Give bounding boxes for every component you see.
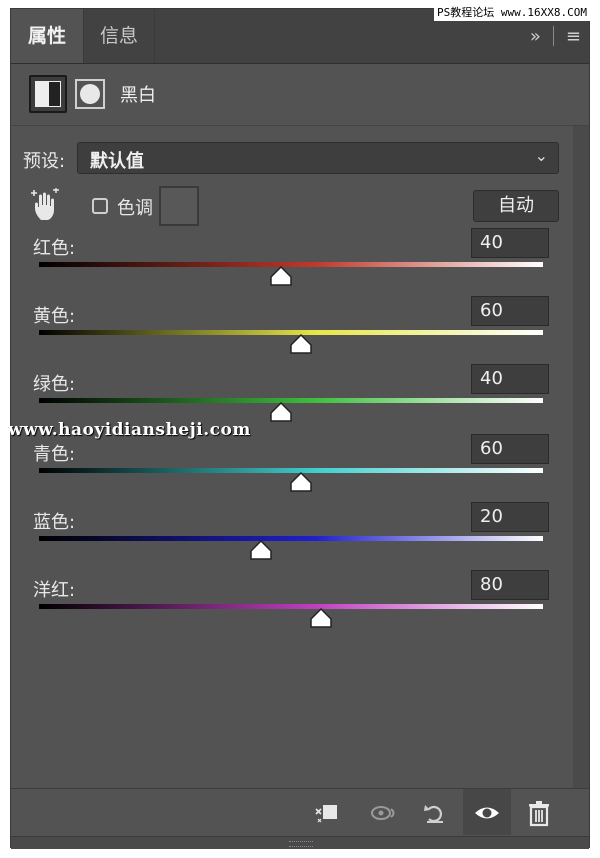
- slider-label: 蓝色:: [33, 512, 76, 533]
- mask-circle: [80, 84, 100, 104]
- layer-icon-dark: [48, 81, 61, 107]
- preset-dropdown[interactable]: 默认值 ⌄: [77, 142, 559, 174]
- slider-thumb[interactable]: [310, 608, 332, 628]
- tool-row: 色调 自动: [11, 186, 573, 230]
- preset-label: 预设:: [23, 151, 66, 172]
- tint-checkbox[interactable]: [92, 198, 108, 214]
- reset-icon[interactable]: [421, 799, 449, 827]
- slider-label: 绿色:: [33, 374, 76, 395]
- tab-info[interactable]: 信息: [83, 9, 155, 63]
- adjustment-layer-icon[interactable]: [29, 75, 67, 113]
- slider-thumb[interactable]: [270, 402, 292, 422]
- slider-thumb[interactable]: [250, 540, 272, 560]
- slider-row: 黄色: 60: [11, 296, 573, 366]
- visibility-eye-icon: [475, 807, 499, 819]
- resize-grip[interactable]: [11, 836, 589, 849]
- tab-properties[interactable]: 属性: [11, 9, 83, 63]
- slider-label: 红色:: [33, 238, 76, 259]
- slider-thumb[interactable]: [290, 472, 312, 492]
- slider-value-input[interactable]: 60: [471, 434, 549, 464]
- slider-value-input[interactable]: 60: [471, 296, 549, 326]
- trash-icon[interactable]: [525, 799, 553, 827]
- view-previous-state-icon[interactable]: [369, 799, 397, 827]
- adjustment-header: 黑白: [11, 63, 589, 126]
- slider-row: 红色: 40: [11, 228, 573, 298]
- preset-value: 默认值: [90, 151, 144, 172]
- clip-to-layer-icon[interactable]: [313, 799, 341, 827]
- slider-label: 青色:: [33, 444, 76, 465]
- watermark-text: www.haoyidiansheji.com: [8, 420, 251, 440]
- layer-icon-light: [35, 81, 48, 107]
- layer-mask-icon[interactable]: [73, 75, 111, 113]
- adjustment-title: 黑白: [120, 85, 156, 106]
- panel-menu-icon[interactable]: ≡: [566, 26, 581, 47]
- adjustment-content: 预设: 默认值 ⌄ 色调 自动 红色: 40 黄色: 60 绿色: 40 青色: 60 蓝色: 2…: [11, 126, 573, 788]
- targeted-adjustment-hand-icon[interactable]: [31, 188, 61, 222]
- tint-label: 色调: [117, 198, 153, 219]
- slider-value-input[interactable]: 20: [471, 502, 549, 532]
- chevron-down-icon: ⌄: [534, 146, 548, 165]
- slider-value-input[interactable]: 80: [471, 570, 549, 600]
- scrollbar[interactable]: [573, 126, 589, 788]
- slider-row: 洋红: 80: [11, 570, 573, 640]
- slider-label: 洋红:: [33, 580, 76, 601]
- visibility-toggle[interactable]: [463, 789, 511, 835]
- auto-button[interactable]: 自动: [473, 190, 559, 222]
- slider-thumb[interactable]: [290, 334, 312, 354]
- bottom-toolbar: [11, 788, 589, 837]
- slider-label: 黄色:: [33, 306, 76, 327]
- slider-thumb[interactable]: [270, 266, 292, 286]
- slider-row: 蓝色: 20: [11, 502, 573, 572]
- slider-value-input[interactable]: 40: [471, 228, 549, 258]
- tint-color-swatch[interactable]: [159, 186, 199, 226]
- preset-row: 预设: 默认值 ⌄: [11, 142, 573, 176]
- slider-value-input[interactable]: 40: [471, 364, 549, 394]
- site-badge: PS教程论坛 www.16XX8.COM: [434, 3, 590, 21]
- expand-icon[interactable]: »: [530, 26, 541, 47]
- slider-row: 青色: 60: [11, 434, 573, 504]
- grip-dots: [289, 841, 313, 847]
- slider-track[interactable]: [39, 604, 543, 609]
- divider: [552, 26, 554, 46]
- slider-track[interactable]: [39, 536, 543, 541]
